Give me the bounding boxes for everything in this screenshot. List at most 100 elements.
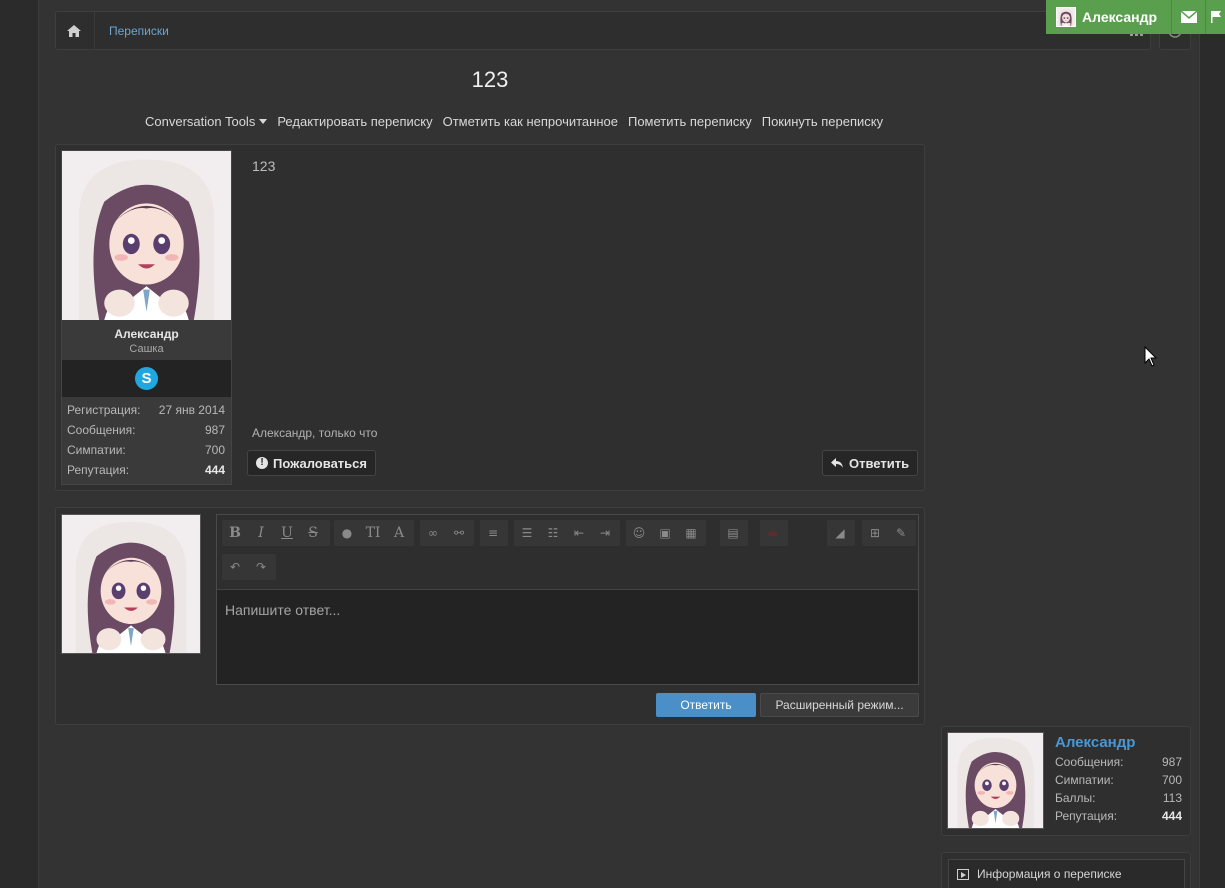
advanced-mode-button[interactable]: Расширенный режим... (760, 693, 919, 717)
stat-label: Симпатии: (67, 443, 126, 457)
stat-label: Сообщения: (67, 423, 136, 437)
stat-value: 700 (204, 443, 225, 457)
stat-label: Репутация: (1055, 809, 1118, 823)
stat-value: 444 (1161, 809, 1182, 823)
redo-icon[interactable]: ↷ (248, 554, 274, 580)
mark-unread-link[interactable]: Отметить как непрочитанное (443, 114, 618, 129)
author-title: Сашка (129, 343, 164, 355)
sidebar-username[interactable]: Александр (1055, 734, 1135, 751)
reply-placeholder: Напишите ответ... (225, 602, 341, 618)
font-size-icon[interactable]: TI (360, 520, 386, 546)
author-avatar[interactable] (62, 151, 231, 320)
list-group: ☰ ☷ ⇤ ⇥ (514, 520, 620, 546)
editor-toolbar: B I U S ● TI A ∞ ⚯ ≡ ☰ ☷ ⇤ ⇥ ☺ ▣ ▦ ▤ ▬ ◢… (217, 515, 918, 590)
stat-label: Баллы: (1055, 791, 1096, 805)
message-user-info: Александр Сашка S Регистрация: 27 янв 201… (61, 150, 232, 485)
home-icon[interactable] (66, 24, 82, 38)
tools-group: ⊞ ✎ (862, 520, 916, 546)
stat-value: 987 (204, 423, 225, 437)
save-draft-icon[interactable]: ▤ (720, 520, 746, 546)
current-user-avatar[interactable] (61, 514, 201, 654)
quick-reply: B I U S ● TI A ∞ ⚯ ≡ ☰ ☷ ⇤ ⇥ ☺ ▣ ▦ ▤ ▬ ◢… (55, 507, 925, 725)
insert-group: ☺ ▣ ▦ (626, 520, 706, 546)
stat-row: Баллы: 113 (1055, 791, 1182, 809)
link-group: ∞ ⚯ (420, 520, 474, 546)
bbcode-icon[interactable]: ▬ (760, 520, 786, 546)
report-button[interactable]: ! Пожаловаться (247, 450, 376, 476)
bullet-list-icon[interactable]: ☰ (514, 520, 540, 546)
skype-icon[interactable]: S (135, 367, 158, 390)
conversation-info-label: Информация о переписке (977, 867, 1122, 881)
edit-conversation-link[interactable]: Редактировать переписку (277, 114, 432, 129)
extra-group: ▬ (760, 520, 788, 546)
stat-label: Регистрация: (67, 403, 141, 417)
indent-icon[interactable]: ⇥ (592, 520, 618, 546)
mail-icon (1180, 11, 1197, 23)
italic-icon[interactable]: I (248, 520, 274, 546)
mouse-cursor-icon (1144, 346, 1158, 367)
link-icon[interactable]: ∞ (420, 520, 446, 546)
leave-conversation-link[interactable]: Покинуть переписку (762, 114, 883, 129)
unlink-icon[interactable]: ⚯ (446, 520, 472, 546)
sidebar-user-card: Александр Сообщения: 987 Симпатии: 700 Бал… (941, 726, 1191, 836)
stat-value: 987 (1161, 755, 1182, 769)
message-meta: Александр, только что (252, 426, 378, 440)
smilie-icon[interactable]: ☺ (626, 520, 652, 546)
expand-icon (957, 868, 969, 880)
image-icon[interactable]: ▣ (652, 520, 678, 546)
outdent-icon[interactable]: ⇤ (566, 520, 592, 546)
stat-label: Сообщения: (1055, 755, 1124, 769)
sidebar-user-stats: Сообщения: 987 Симпатии: 700 Баллы: 113 Реп… (1055, 755, 1182, 827)
stat-value: 700 (1161, 773, 1182, 787)
stat-value: 27 янв 2014 (158, 403, 225, 417)
stat-row: Репутация: 444 (1055, 809, 1182, 827)
strikethrough-icon[interactable]: S (300, 520, 326, 546)
underline-icon[interactable]: U (274, 520, 300, 546)
media-icon[interactable]: ▦ (678, 520, 704, 546)
message-body: 123 (252, 158, 276, 174)
conversation-tools: Conversation Tools Редактировать перепис… (145, 114, 883, 129)
more-options-icon[interactable]: ⊞ (862, 520, 888, 546)
font-group: ● TI A (334, 520, 414, 546)
stat-row: Регистрация: 27 янв 2014 (67, 403, 225, 423)
conversation-info-toggle[interactable]: Информация о переписке (948, 859, 1185, 888)
font-family-icon[interactable]: A (386, 520, 412, 546)
alerts-button[interactable] (1205, 0, 1225, 34)
author-stats: Регистрация: 27 янв 2014 Сообщения: 987 Си… (67, 403, 225, 483)
history-group: ↶ ↷ (222, 554, 276, 580)
align-group: ≡ (480, 520, 508, 546)
settings-wrench-icon[interactable]: ✎ (888, 520, 914, 546)
visitor-avatar (1056, 7, 1076, 27)
visitor-account-link[interactable]: Александр (1046, 0, 1171, 34)
text-color-icon[interactable]: ● (334, 520, 360, 546)
stat-row: Симпатии: 700 (1055, 773, 1182, 791)
stat-label: Симпатии: (1055, 773, 1114, 787)
bold-icon[interactable]: B (222, 520, 248, 546)
numbered-list-icon[interactable]: ☷ (540, 520, 566, 546)
conversation-tools-dropdown[interactable]: Conversation Tools (145, 114, 268, 129)
stat-label: Репутация: (67, 463, 130, 477)
breadcrumb: Переписки (55, 11, 1151, 50)
breadcrumb-conversations-link[interactable]: Переписки (109, 24, 169, 38)
author-name[interactable]: Александр (62, 327, 231, 341)
caret-down-icon (259, 119, 268, 124)
reply-textarea[interactable]: Напишите ответ... (217, 590, 918, 684)
conversation-tools-label: Conversation Tools (145, 114, 256, 129)
stat-value: 113 (1162, 791, 1182, 805)
draft-group: ▤ (720, 520, 748, 546)
remove-format-icon[interactable]: ◢ (827, 520, 853, 546)
social-links: S (62, 360, 231, 397)
report-label: Пожаловаться (273, 455, 367, 471)
submit-reply-button[interactable]: Ответить (656, 693, 756, 717)
reply-editor: B I U S ● TI A ∞ ⚯ ≡ ☰ ☷ ⇤ ⇥ ☺ ▣ ▦ ▤ ▬ ◢… (216, 514, 919, 685)
alert-icon: ! (256, 457, 268, 469)
sidebar-avatar[interactable] (947, 732, 1044, 829)
visitor-bar: Александр (1046, 0, 1225, 34)
undo-icon[interactable]: ↶ (222, 554, 248, 580)
reply-button[interactable]: Ответить (822, 450, 919, 476)
visitor-username: Александр (1082, 9, 1158, 25)
align-icon[interactable]: ≡ (480, 520, 506, 546)
format-group: B I U S (222, 520, 330, 546)
star-conversation-link[interactable]: Пометить переписку (628, 114, 752, 129)
inbox-button[interactable] (1171, 0, 1205, 34)
